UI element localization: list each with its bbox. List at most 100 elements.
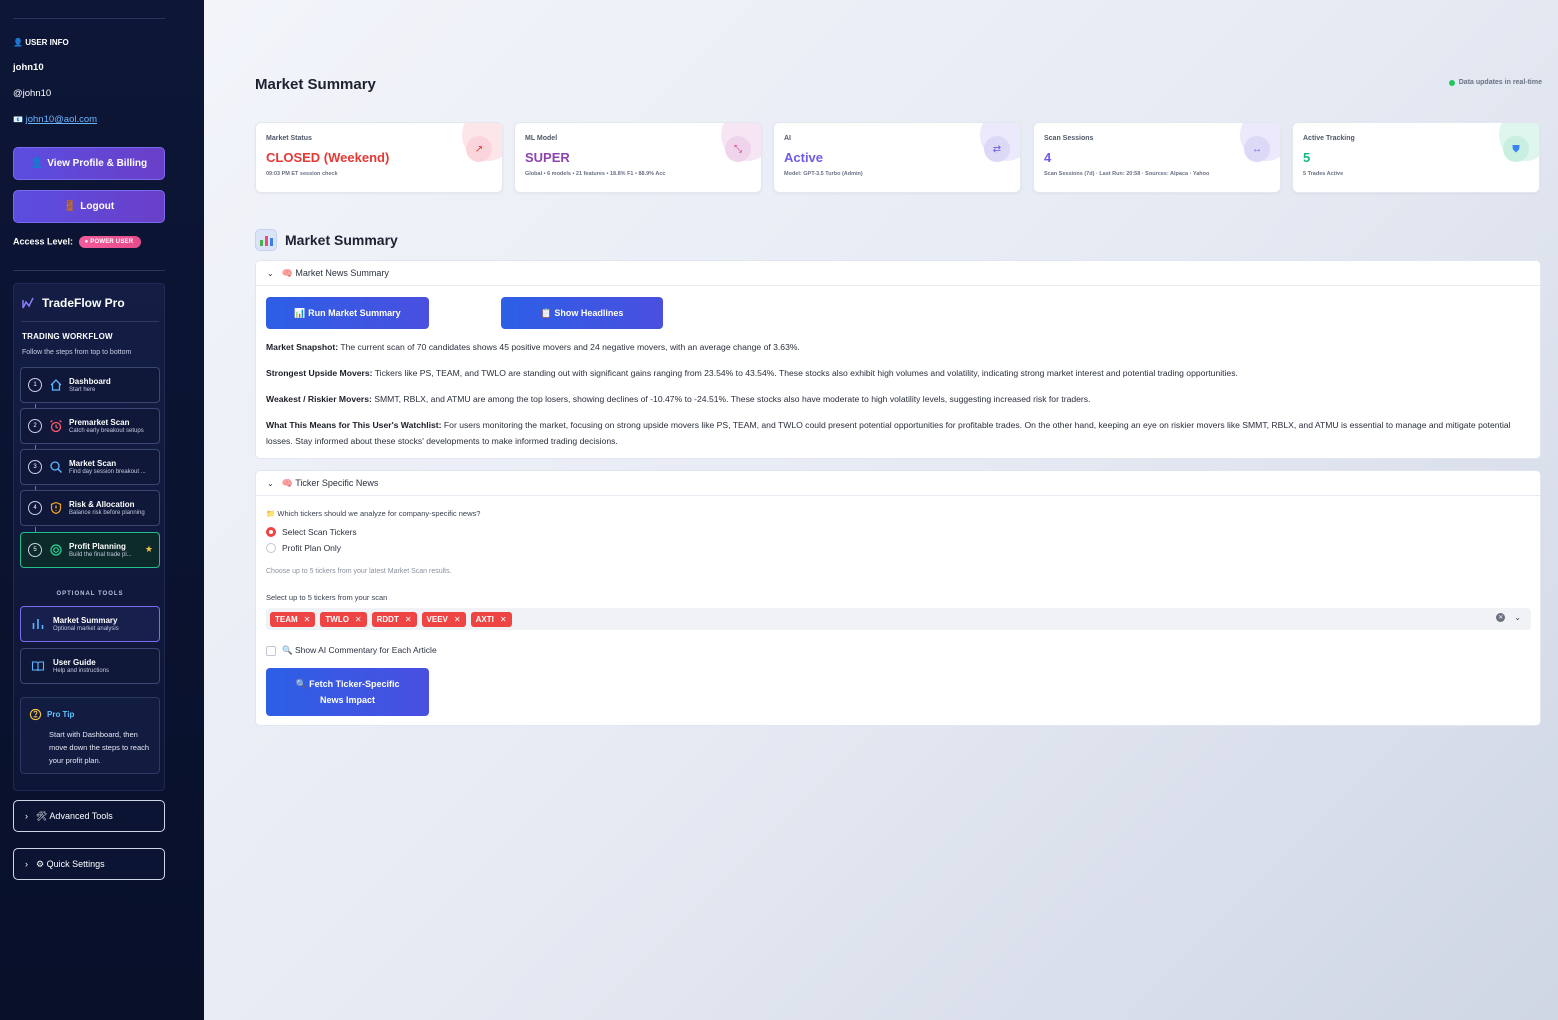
metric-value: SUPER: [525, 150, 570, 165]
remove-tag-icon[interactable]: ✕: [500, 615, 507, 624]
metric-card-market-status: ↗ Market Status CLOSED (Weekend) 09:03 P…: [255, 122, 503, 193]
bar-chart-icon: [32, 619, 44, 629]
ticker-multiselect[interactable]: TEAM ✕ TWLO ✕ RDDT ✕ VEEV ✕ AXTI ✕ ✕ ⌄: [266, 608, 1531, 630]
lightbulb-icon: [29, 708, 42, 721]
optional-tools-heading: OPTIONAL TOOLS: [56, 591, 124, 597]
search-icon: [50, 461, 62, 473]
door-icon: 🚪: [63, 201, 77, 212]
summary-paragraph: Strongest Upside Movers: Tickers like PS…: [266, 368, 1238, 378]
workflow-subtitle: Follow the steps from top to bottom: [22, 349, 132, 356]
tool-user-guide[interactable]: User Guide Help and instructions: [20, 648, 160, 684]
metric-card-scan-sessions: ↔ Scan Sessions 4 Scan Sessions (7d) · L…: [1033, 122, 1281, 193]
ticker-tag: VEEV ✕: [421, 611, 466, 627]
ticker-hint: Choose up to 5 tickers from your latest …: [266, 568, 452, 575]
radio-unchecked-icon: [266, 543, 276, 553]
alarm-clock-icon: [50, 420, 62, 433]
remove-tag-icon[interactable]: ✕: [304, 615, 311, 624]
run-market-summary-button[interactable]: 📊 Run Market Summary: [266, 297, 429, 329]
pro-tip-text: Start with Dashboard, then move down the…: [49, 730, 150, 765]
metric-value: Active: [784, 150, 824, 165]
logout-button[interactable]: 🚪 Logout: [13, 190, 165, 223]
tool-market-summary[interactable]: Market Summary Optional market analysis: [20, 606, 160, 642]
chevron-down-icon: ⌄: [267, 478, 274, 488]
metric-value: CLOSED (Weekend): [266, 150, 390, 165]
page-title: Market Summary: [255, 76, 376, 93]
metric-card-ml-model: ⤡ ML Model SUPER Global • 6 models • 21 …: [514, 122, 762, 193]
status-dot-icon: [1448, 79, 1455, 86]
access-level-badge: ● POWER USER: [78, 236, 142, 248]
user-email-row: 📧 john10@aol.com: [13, 114, 97, 125]
sidebar-divider: [13, 270, 165, 271]
remove-tag-icon[interactable]: ✕: [454, 615, 461, 624]
access-level-row: Access Level: ● POWER USER: [13, 236, 142, 248]
user-email-link[interactable]: john10@aol.com: [26, 114, 97, 125]
chevron-right-icon: ›: [25, 859, 28, 869]
chevron-down-icon[interactable]: ⌄: [1514, 613, 1521, 622]
metric-card-ai: ⇄ AI Active Model: GPT-3.5 Turbo (Admin): [773, 122, 1021, 193]
brand: TradeFlow Pro: [22, 296, 125, 310]
metric-card-active-tracking: ⛊ Active Tracking 5 5 Trades Active: [1292, 122, 1540, 193]
home-icon: [50, 379, 62, 391]
bar-chart-icon: [255, 229, 277, 251]
realtime-indicator: Data updates in real-time: [1448, 79, 1542, 86]
chevron-down-icon: ⌄: [267, 268, 274, 278]
remove-tag-icon[interactable]: ✕: [405, 615, 412, 624]
horizontal-arrows-icon: ↔: [1244, 136, 1270, 162]
workflow-panel: TradeFlow Pro TRADING WORKFLOW Follow th…: [13, 283, 165, 791]
market-news-expander-header[interactable]: ⌄ 🧠 Market News Summary: [256, 261, 1540, 286]
checkbox-unchecked-icon: [266, 645, 276, 656]
pro-tip-title: Pro Tip: [29, 708, 74, 721]
ticker-tag: TEAM ✕: [270, 611, 316, 627]
expand-arrows-icon: ⤡: [725, 136, 751, 162]
workflow-step-risk-allocation[interactable]: 4 Risk & Allocation Balance risk before p…: [20, 490, 160, 526]
username: john10: [13, 62, 44, 73]
ticker-tag: AXTI ✕: [470, 611, 512, 627]
ticker-select-label: Select up to 5 tickers from your scan: [266, 593, 388, 602]
workflow-step-dashboard[interactable]: 1 Dashboard Start here: [20, 367, 160, 403]
radio-profit-plan-only[interactable]: Profit Plan Only: [266, 543, 341, 553]
ticker-question: 📁 Which tickers should we analyze for co…: [266, 509, 481, 518]
summary-paragraph: Market Snapshot: The current scan of 70 …: [266, 342, 800, 352]
target-icon: [50, 544, 62, 556]
pro-tip-card: Pro Tip Start with Dashboard, then move …: [20, 697, 160, 774]
user-icon: 👤: [13, 38, 23, 47]
user-info-heading: 👤 USER INFO: [13, 38, 69, 47]
market-news-panel: ⌄ 🧠 Market News Summary 📊 Run Market Sum…: [255, 260, 1541, 459]
summary-paragraph: What This Means for This User's Watchlis…: [266, 420, 1511, 446]
shield-alert-icon: [50, 501, 62, 515]
radio-select-scan-tickers[interactable]: Select Scan Tickers: [266, 527, 357, 537]
metric-value: 5: [1303, 150, 1311, 165]
workflow-step-profit-planning[interactable]: 5 Profit Planning Build the final trade p…: [20, 532, 160, 568]
sidebar: 👤 USER INFO john10 @john10 📧 john10@aol.…: [0, 0, 204, 1020]
advanced-tools-expander[interactable]: › 🛠 Advanced Tools: [13, 800, 165, 832]
ai-commentary-checkbox[interactable]: 🔍 Show AI Commentary for Each Article: [266, 645, 437, 656]
show-headlines-button[interactable]: 📋 Show Headlines: [501, 297, 663, 329]
fetch-ticker-news-button[interactable]: 🔍 Fetch Ticker-Specific News Impact: [266, 668, 429, 716]
ticker-news-panel: ⌄ 🧠 Ticker Specific News 📁 Which tickers…: [255, 470, 1541, 726]
ticker-tag: RDDT ✕: [371, 611, 417, 627]
mail-icon: 📧: [13, 115, 23, 124]
trend-up-icon: ↗: [466, 136, 492, 162]
shield-icon: ⛊: [1503, 136, 1529, 162]
clear-all-icon[interactable]: ✕: [1496, 613, 1506, 622]
radio-checked-icon: [266, 527, 276, 537]
metric-value: 4: [1044, 150, 1052, 165]
ticker-tag: TWLO ✕: [320, 611, 367, 627]
star-icon: ★: [144, 544, 153, 554]
book-open-icon: [31, 661, 45, 672]
ticker-news-expander-header[interactable]: ⌄ 🧠 Ticker Specific News: [256, 471, 1540, 496]
view-profile-button[interactable]: 👤 View Profile & Billing: [13, 147, 165, 180]
workflow-title: TRADING WORKFLOW: [22, 332, 113, 341]
chart-trend-icon: [22, 297, 34, 309]
user-handle: @john10: [13, 88, 52, 99]
sidebar-divider: [13, 18, 165, 19]
workflow-step-market-scan[interactable]: 3 Market Scan Find day session breakout .…: [20, 449, 160, 485]
quick-settings-expander[interactable]: › ⚙ Quick Settings: [13, 848, 165, 880]
panel-divider: [21, 321, 159, 322]
workflow-step-premarket-scan[interactable]: 2 Premarket Scan Catch early breakout set…: [20, 408, 160, 444]
remove-tag-icon[interactable]: ✕: [355, 615, 362, 624]
section-title: Market Summary: [255, 229, 398, 251]
multiselect-controls: ✕ ⌄: [1496, 613, 1521, 622]
chevron-right-icon: ›: [25, 811, 28, 821]
user-icon: 👤: [30, 158, 44, 169]
